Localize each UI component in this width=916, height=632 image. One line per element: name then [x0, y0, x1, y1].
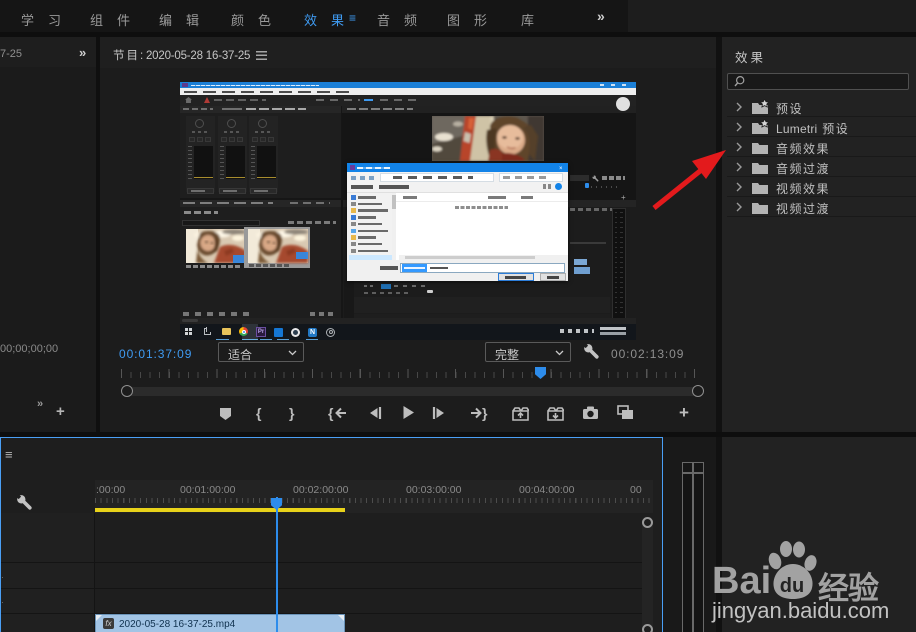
- svg-text:du: du: [780, 575, 804, 597]
